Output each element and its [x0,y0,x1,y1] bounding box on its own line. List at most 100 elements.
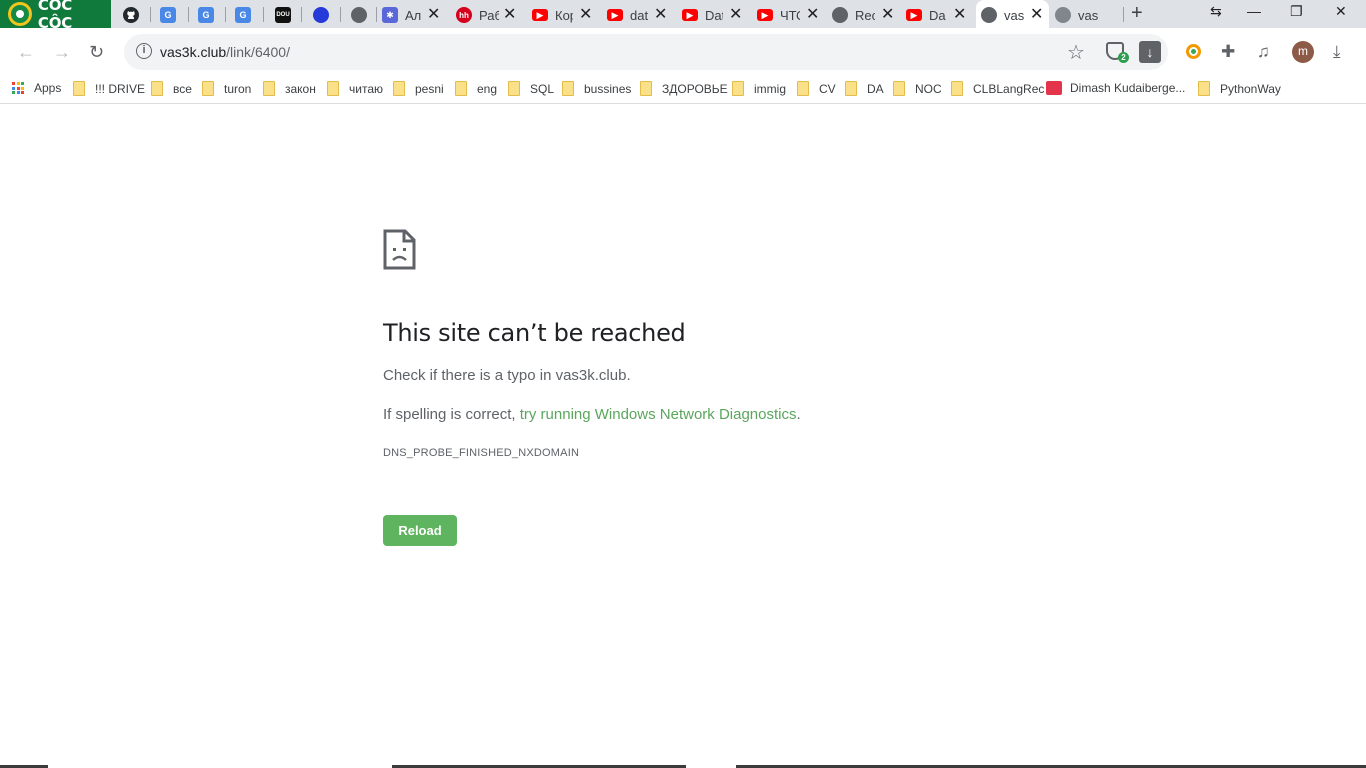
tab-yt-1[interactable]: ▶ Кор ✕ [532,2,592,28]
new-tab-button[interactable]: + [1131,2,1143,25]
bookmark-folder[interactable]: CV [797,81,836,96]
download-video-icon[interactable]: ↓ [1139,41,1161,63]
bookmark-folder[interactable]: eng [455,81,497,96]
tab-search-icon[interactable]: ⇆ [1210,3,1222,20]
network-diagnostics-link[interactable]: try running Windows Network Diagnostics [520,406,797,423]
tab-title: Dat [705,7,723,23]
youtube-icon: ▶ [532,9,548,21]
bookmark-label: eng [477,81,498,96]
bookmark-folder[interactable]: bussines [562,81,631,96]
close-icon[interactable]: ✕ [729,7,742,23]
tab-last[interactable]: vas [1055,2,1098,28]
address-bar[interactable]: i vas3k.club/link/6400/ ☆ 2 ↓ [124,34,1168,70]
restore-button[interactable]: ❐ [1290,3,1303,20]
bookmark-folder[interactable]: CLBLangRec [951,81,1044,96]
google-translate-icon: G [198,7,214,23]
bookmark-folder[interactable]: SQL [508,81,554,96]
sad-page-icon [383,229,416,270]
globe-icon [832,7,848,23]
avatar[interactable]: m [1292,41,1314,63]
folder-icon [508,81,520,96]
extensions-puzzle-icon[interactable]: ✚ [1221,42,1235,62]
close-icon[interactable]: ✕ [806,7,819,23]
bookmark-label: PythonWay [1220,81,1281,96]
url-path: /link/6400/ [226,44,290,60]
bookmark-folder[interactable]: читаю [327,81,383,96]
folder-icon [263,81,275,96]
tab-dou[interactable]: DOU [275,2,291,28]
bookmark-label: закон [285,81,316,96]
tab-yt-3[interactable]: ▶ Dat ✕ [682,2,742,28]
tab-yt-5[interactable]: ▶ Da ✕ [906,2,966,28]
tab-translate-1[interactable]: G [160,2,176,28]
tab-separator [376,7,377,22]
tab-title: vas [1004,7,1024,23]
bookmark-folder[interactable]: ЗДОРОВЬЕ [640,81,728,96]
tab-hh[interactable]: hh Раб ✕ [456,2,516,28]
tab-translate-3[interactable]: G [235,2,251,28]
folder-icon [732,81,744,96]
diagnostics-prefix: If spelling is correct, [383,406,520,423]
close-icon[interactable]: ✕ [953,7,966,23]
tab-title: Rec [855,7,875,23]
close-icon[interactable]: ✕ [654,7,667,23]
bookmark-folder[interactable]: NOC [893,81,942,96]
media-control-icon[interactable]: ♫ [1257,42,1270,62]
bookmark-folder[interactable]: DA [845,81,884,96]
tab-blue-dot[interactable] [313,2,329,28]
tab-github[interactable] [123,2,139,28]
bookmark-folder[interactable]: turon [202,81,251,96]
bookmark-folder[interactable]: закон [263,81,316,96]
bookmark-star-icon[interactable]: ☆ [1067,40,1085,65]
close-window-button[interactable]: ✕ [1335,3,1347,20]
bookmark-folder[interactable]: immig [732,81,786,96]
youtube-icon: ▶ [906,9,922,21]
reload-toolbar-button[interactable]: ↻ [89,42,104,63]
close-icon[interactable]: ✕ [579,7,592,23]
tab-globe-1[interactable] [351,2,367,28]
minimize-button[interactable]: — [1247,3,1261,19]
tab-yt-4[interactable]: ▶ ЧТО ✕ [757,2,819,28]
folder-icon [73,81,85,96]
url-host: vas3k.club [160,44,227,60]
close-icon[interactable]: ✕ [881,7,894,23]
bookmark-label: CLBLangRec [973,81,1045,96]
url-text[interactable]: vas3k.club/link/6400/ [160,44,290,60]
bookmark-folder[interactable]: !!! DRIVE [73,81,145,96]
info-icon[interactable]: i [136,43,152,59]
tab-translate-2[interactable]: G [198,2,214,28]
close-icon[interactable]: ✕ [1030,7,1043,23]
coccoc-menu-button[interactable]: CÔC CÔC [0,0,111,32]
tab-title: dat [630,7,648,23]
bookmark-label: DA [867,81,884,96]
downloads-icon[interactable]: ⤓ [1333,42,1341,62]
bookmark-folder[interactable]: PythonWay [1198,81,1281,96]
reload-button[interactable]: Reload [383,515,457,546]
folder-icon [327,81,339,96]
tab-active[interactable]: vas ✕ [981,2,1043,28]
bookmark-label: ЗДОРОВЬЕ [662,81,728,96]
back-button[interactable]: ← [17,42,35,63]
shield-count-badge: 2 [1118,52,1129,63]
google-translate-icon: G [160,7,176,23]
folder-icon [202,81,214,96]
error-code: DNS_PROBE_FINISHED_NXDOMAIN [383,447,580,459]
bookmark-site[interactable]: Dimash Kudaiberge... [1046,81,1185,95]
folder-icon [951,81,963,96]
bookmark-folder[interactable]: pesni [393,81,444,96]
tab-title: Кор [555,7,573,23]
diagnostics-suffix: . [796,406,801,423]
bookmarks-bar: Apps !!! DRIVE все turon закон читаю pes… [0,76,1366,104]
close-icon[interactable]: ✕ [503,7,516,23]
bookmark-folder[interactable]: все [151,81,192,96]
extension-coccoc-icon[interactable] [1186,44,1201,59]
tab-yt-2[interactable]: ▶ dat ✕ [607,2,667,28]
tab-al[interactable]: ✱ Ал ✕ [382,2,440,28]
bookmark-label: !!! DRIVE [95,81,146,96]
folder-icon [797,81,809,96]
close-icon[interactable]: ✕ [427,7,440,23]
tab-rec[interactable]: Rec ✕ [832,2,894,28]
forward-button[interactable]: → [53,42,71,63]
adblock-shield-icon[interactable]: 2 [1106,42,1129,63]
bookmark-apps[interactable]: Apps [12,81,61,95]
